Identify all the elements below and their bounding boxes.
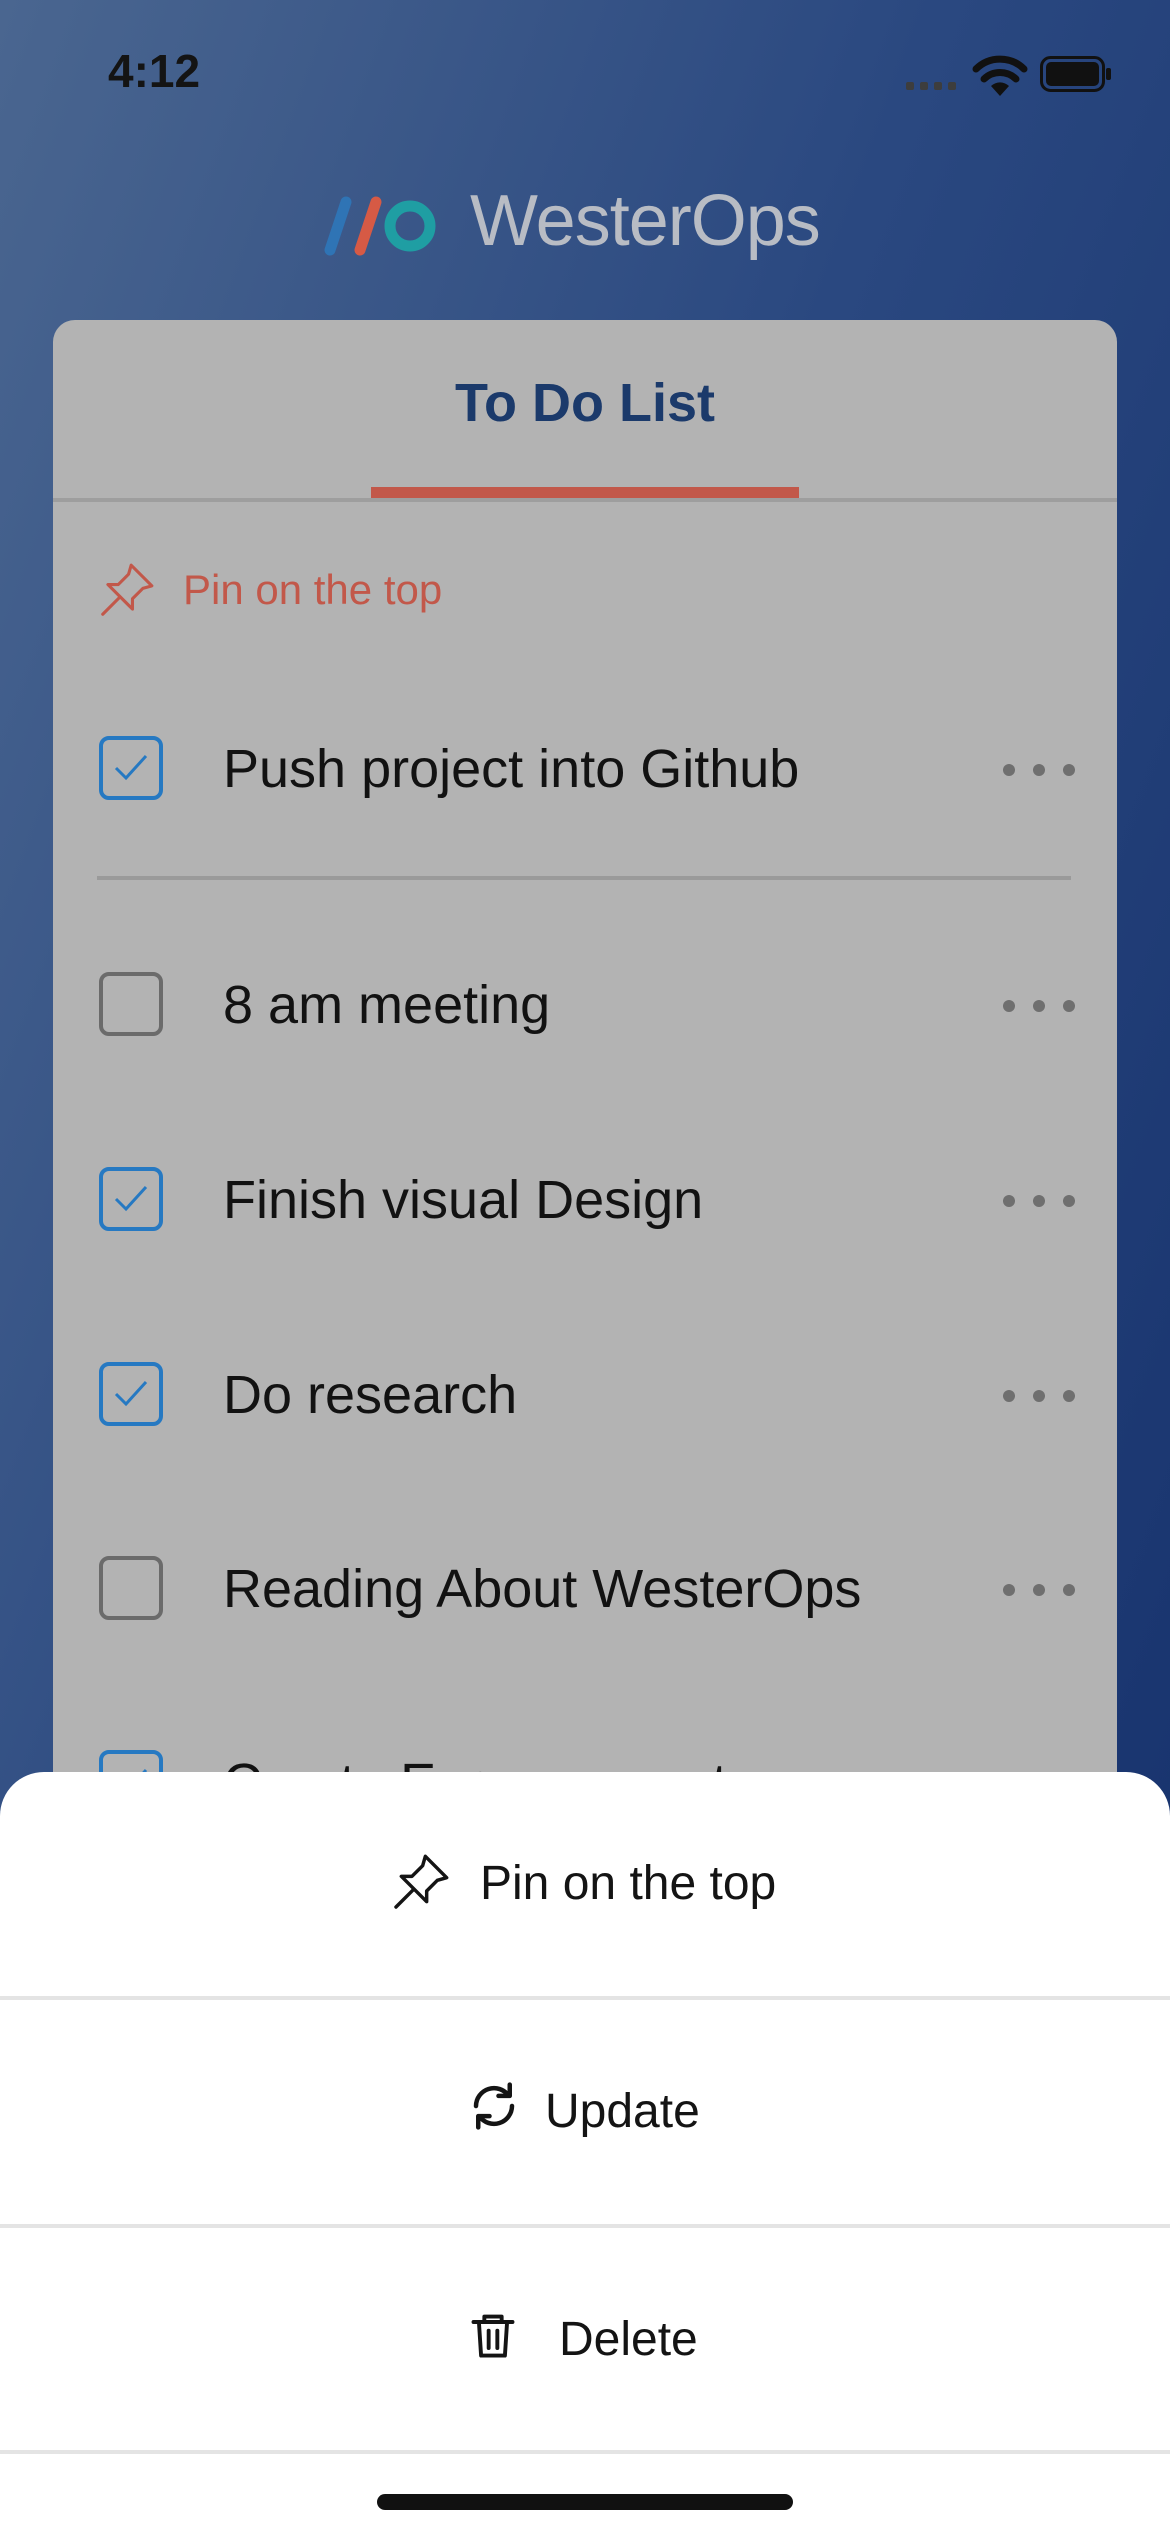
sheet-divider xyxy=(0,2450,1170,2454)
brand-header: WesterOps xyxy=(0,180,1170,280)
status-time: 4:12 xyxy=(108,45,201,97)
cellular-signal-icon xyxy=(906,82,956,90)
task-label: 8 am meeting xyxy=(223,975,551,1035)
check-icon xyxy=(114,754,148,781)
update-button[interactable]: Update xyxy=(0,2000,1170,2226)
task-checkbox[interactable] xyxy=(99,1167,163,1231)
pinned-section-label: Pin on the top xyxy=(183,566,443,613)
tab-divider xyxy=(53,498,1117,502)
wifi-icon xyxy=(972,55,1028,96)
more-icon[interactable] xyxy=(1003,1390,1075,1402)
task-row[interactable]: Push project into Github xyxy=(53,710,1117,830)
action-sheet: Pin on the top Update Delete xyxy=(0,1772,1170,2532)
task-label: Reading About WesterOps xyxy=(223,1559,862,1619)
task-label: Finish visual Design xyxy=(223,1170,704,1230)
task-row[interactable]: Reading About WesterOps xyxy=(53,1530,1117,1650)
check-icon xyxy=(114,1185,148,1212)
more-icon[interactable] xyxy=(1003,1000,1075,1012)
task-checkbox[interactable] xyxy=(99,1362,163,1426)
more-icon[interactable] xyxy=(1003,1584,1075,1596)
more-icon[interactable] xyxy=(1003,764,1075,776)
task-row[interactable]: 8 am meeting xyxy=(53,946,1117,1066)
check-icon xyxy=(114,1380,148,1407)
task-checkbox[interactable] xyxy=(99,736,163,800)
delete-label: Delete xyxy=(559,2313,698,2366)
tab-label: To Do List xyxy=(455,373,715,433)
westerops-logo-icon xyxy=(324,196,436,256)
pin-on-top-label: Pin on the top xyxy=(480,1857,777,1910)
todo-card: To Do List Pin on the top Push project i… xyxy=(53,320,1117,1920)
delete-button[interactable]: Delete xyxy=(0,2228,1170,2454)
refresh-icon xyxy=(473,2082,515,2130)
pin-on-top-button[interactable]: Pin on the top xyxy=(0,1772,1170,1998)
home-indicator[interactable] xyxy=(377,2494,793,2510)
status-bar: 4:12 xyxy=(0,0,1170,150)
task-checkbox[interactable] xyxy=(99,972,163,1036)
task-checkbox[interactable] xyxy=(99,1556,163,1620)
task-row[interactable]: Do research xyxy=(53,1336,1117,1456)
task-row[interactable]: Finish visual Design xyxy=(53,1141,1117,1261)
pin-icon xyxy=(101,563,154,616)
more-icon[interactable] xyxy=(1003,1195,1075,1207)
battery-icon xyxy=(1040,56,1111,92)
pinned-divider xyxy=(97,876,1071,880)
brand-name: WesterOps xyxy=(470,181,821,261)
trash-icon xyxy=(471,2314,515,2358)
tab-todo-list[interactable]: To Do List xyxy=(53,320,1117,500)
pin-icon xyxy=(394,1854,449,1909)
task-label: Do research xyxy=(223,1365,518,1425)
task-label: Push project into Github xyxy=(223,739,800,799)
update-label: Update xyxy=(545,2085,700,2138)
